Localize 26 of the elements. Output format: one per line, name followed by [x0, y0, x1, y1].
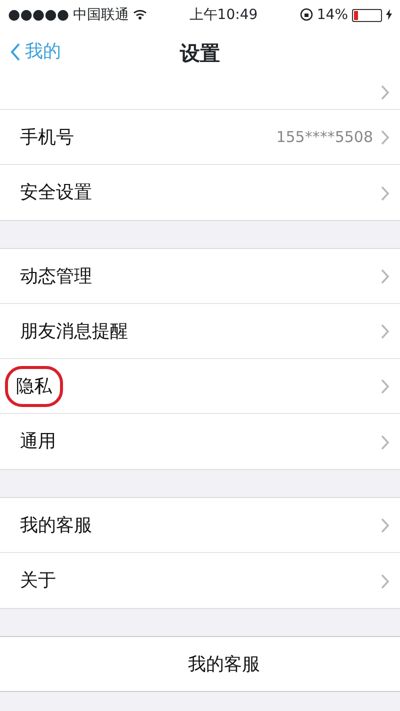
page-title: 设置 — [180, 40, 220, 66]
status-time: 上午10:49 — [188, 6, 259, 24]
settings-row[interactable]: 动态管理 — [0, 249, 400, 304]
row-label: 关于 — [20, 569, 56, 593]
back-chevron-icon — [10, 42, 21, 60]
settings-row[interactable]: 安全设置 — [0, 165, 400, 220]
settings-row[interactable]: 我的客服 — [0, 498, 400, 553]
row-label: 隐私 — [8, 368, 60, 404]
settings-row[interactable]: 朋友消息提醒 — [0, 304, 400, 359]
bottom-label: 我的客服 — [188, 652, 260, 676]
settings-row[interactable]: 通用 — [0, 414, 400, 469]
settings-row[interactable]: 关于 — [0, 553, 400, 608]
row-label: 动态管理 — [20, 264, 92, 288]
signal-dots: ●●●●● — [8, 6, 70, 24]
row-label: 安全设置 — [20, 181, 92, 205]
settings-row[interactable]: 手机号 155****5508 — [0, 110, 400, 165]
battery-icon — [352, 8, 382, 22]
row-value: 155****5508 — [276, 126, 373, 148]
carrier-name: 中国联通 — [73, 6, 130, 24]
row-label: 我的客服 — [20, 514, 92, 538]
battery-percent: 14% — [316, 6, 348, 24]
row-label: 朋友消息提醒 — [20, 320, 128, 344]
row-label: 通用 — [20, 430, 56, 454]
settings-row[interactable]: 隐私 — [0, 359, 400, 414]
customer-service-bar[interactable]: 我的客服 — [0, 636, 400, 692]
row-label: 手机号 — [20, 126, 74, 150]
